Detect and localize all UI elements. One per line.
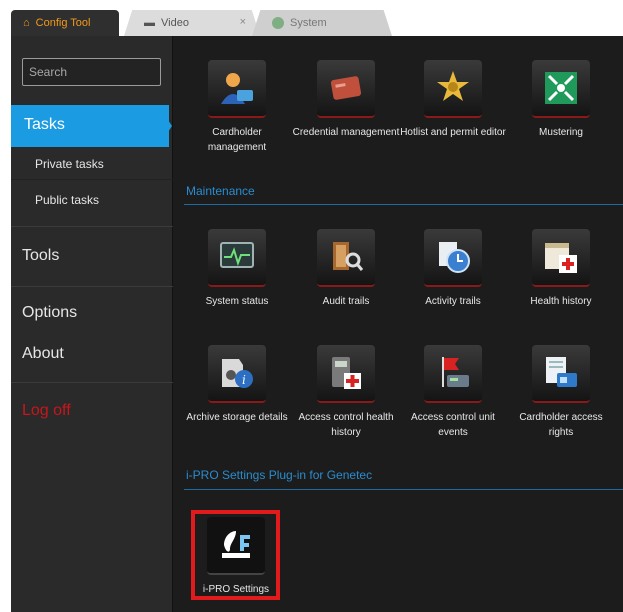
tile-label: Cardholder management [207, 127, 267, 153]
sidebar-item-about[interactable]: About [11, 345, 173, 363]
tile-access-control-unit-events[interactable]: Access control unit events [398, 345, 508, 440]
flag-icon [424, 345, 482, 403]
calendar-health-icon [532, 229, 590, 287]
task-content: Cardholder management Credential managem… [173, 36, 623, 612]
tile-label: Audit trails [322, 296, 370, 307]
tile-cardholder-management[interactable]: Cardholder management [182, 60, 292, 155]
tile-archive-storage-details[interactable]: i Archive storage details [182, 345, 292, 425]
credential-icon [317, 60, 375, 118]
sidebar-item-options[interactable]: Options [11, 304, 173, 322]
tab-strip: ⌂ Config Tool ▬ Video × System [0, 0, 623, 36]
tile-label: Cardholder access rights [519, 412, 603, 438]
monitor-icon [208, 229, 266, 287]
tab-config-tool[interactable]: ⌂ Config Tool [11, 10, 119, 36]
sidebar-item-private-tasks[interactable]: Private tasks [11, 148, 173, 180]
tile-access-control-health-history[interactable]: Access control health history [291, 345, 401, 440]
tab-label: System [290, 17, 327, 29]
access-health-icon [317, 345, 375, 403]
system-icon [272, 17, 284, 29]
tile-label: Access control health history [298, 412, 394, 438]
sidebar-item-logoff[interactable]: Log off [11, 402, 173, 420]
tile-label: Hotlist and permit editor [400, 127, 506, 138]
home-icon: ⌂ [23, 17, 30, 29]
tile-system-status[interactable]: System status [182, 229, 292, 309]
tile-activity-trails[interactable]: Activity trails [398, 229, 508, 309]
cardholder-icon [208, 60, 266, 118]
highlight-box [191, 510, 280, 600]
tile-label: Activity trails [425, 296, 481, 307]
config-tool-window: Search Tasks Private tasks Public tasks … [11, 36, 623, 612]
sidebar: Search Tasks Private tasks Public tasks … [11, 36, 173, 612]
tab-label: Video [161, 17, 189, 29]
selection-arrow [158, 105, 172, 147]
tile-label: Mustering [539, 127, 583, 138]
section-title-ipro: i-PRO Settings Plug-in for Genetec [186, 468, 373, 482]
sidebar-item-tools[interactable]: Tools [11, 247, 173, 265]
search-input[interactable]: Search [22, 58, 161, 86]
clock-icon [424, 229, 482, 287]
tile-label: Health history [530, 296, 592, 307]
tile-label: Credential management [292, 127, 400, 138]
tile-audit-trails[interactable]: Audit trails [291, 229, 401, 309]
tile-credential-management[interactable]: Credential management [291, 60, 401, 140]
section-divider [184, 204, 623, 205]
sidebar-item-tasks[interactable]: Tasks [11, 105, 169, 147]
divider [11, 286, 173, 287]
archive-info-icon: i [208, 345, 266, 403]
access-rights-icon [532, 345, 590, 403]
sidebar-item-public-tasks[interactable]: Public tasks [11, 184, 173, 216]
tab-video[interactable]: ▬ Video × [124, 10, 260, 36]
tile-health-history[interactable]: Health history [506, 229, 616, 309]
tile-label: System status [205, 296, 269, 307]
tab-system[interactable]: System [252, 10, 392, 36]
divider [11, 226, 173, 227]
tile-cardholder-access-rights[interactable]: Cardholder access rights [506, 345, 616, 440]
divider [11, 382, 173, 383]
video-icon: ▬ [144, 17, 155, 29]
tile-label: Archive storage details [186, 412, 288, 423]
audit-icon [317, 229, 375, 287]
tile-hotlist-permit-editor[interactable]: Hotlist and permit editor [398, 60, 508, 140]
tile-label: Access control unit events [411, 412, 495, 438]
tab-label: Config Tool [35, 17, 91, 29]
tile-mustering[interactable]: Mustering [506, 60, 616, 140]
svg-text:i: i [242, 373, 246, 387]
section-title-maintenance: Maintenance [186, 184, 255, 198]
section-divider [184, 489, 623, 490]
mustering-icon [532, 60, 590, 118]
close-icon[interactable]: × [240, 16, 246, 28]
badge-icon [424, 60, 482, 118]
